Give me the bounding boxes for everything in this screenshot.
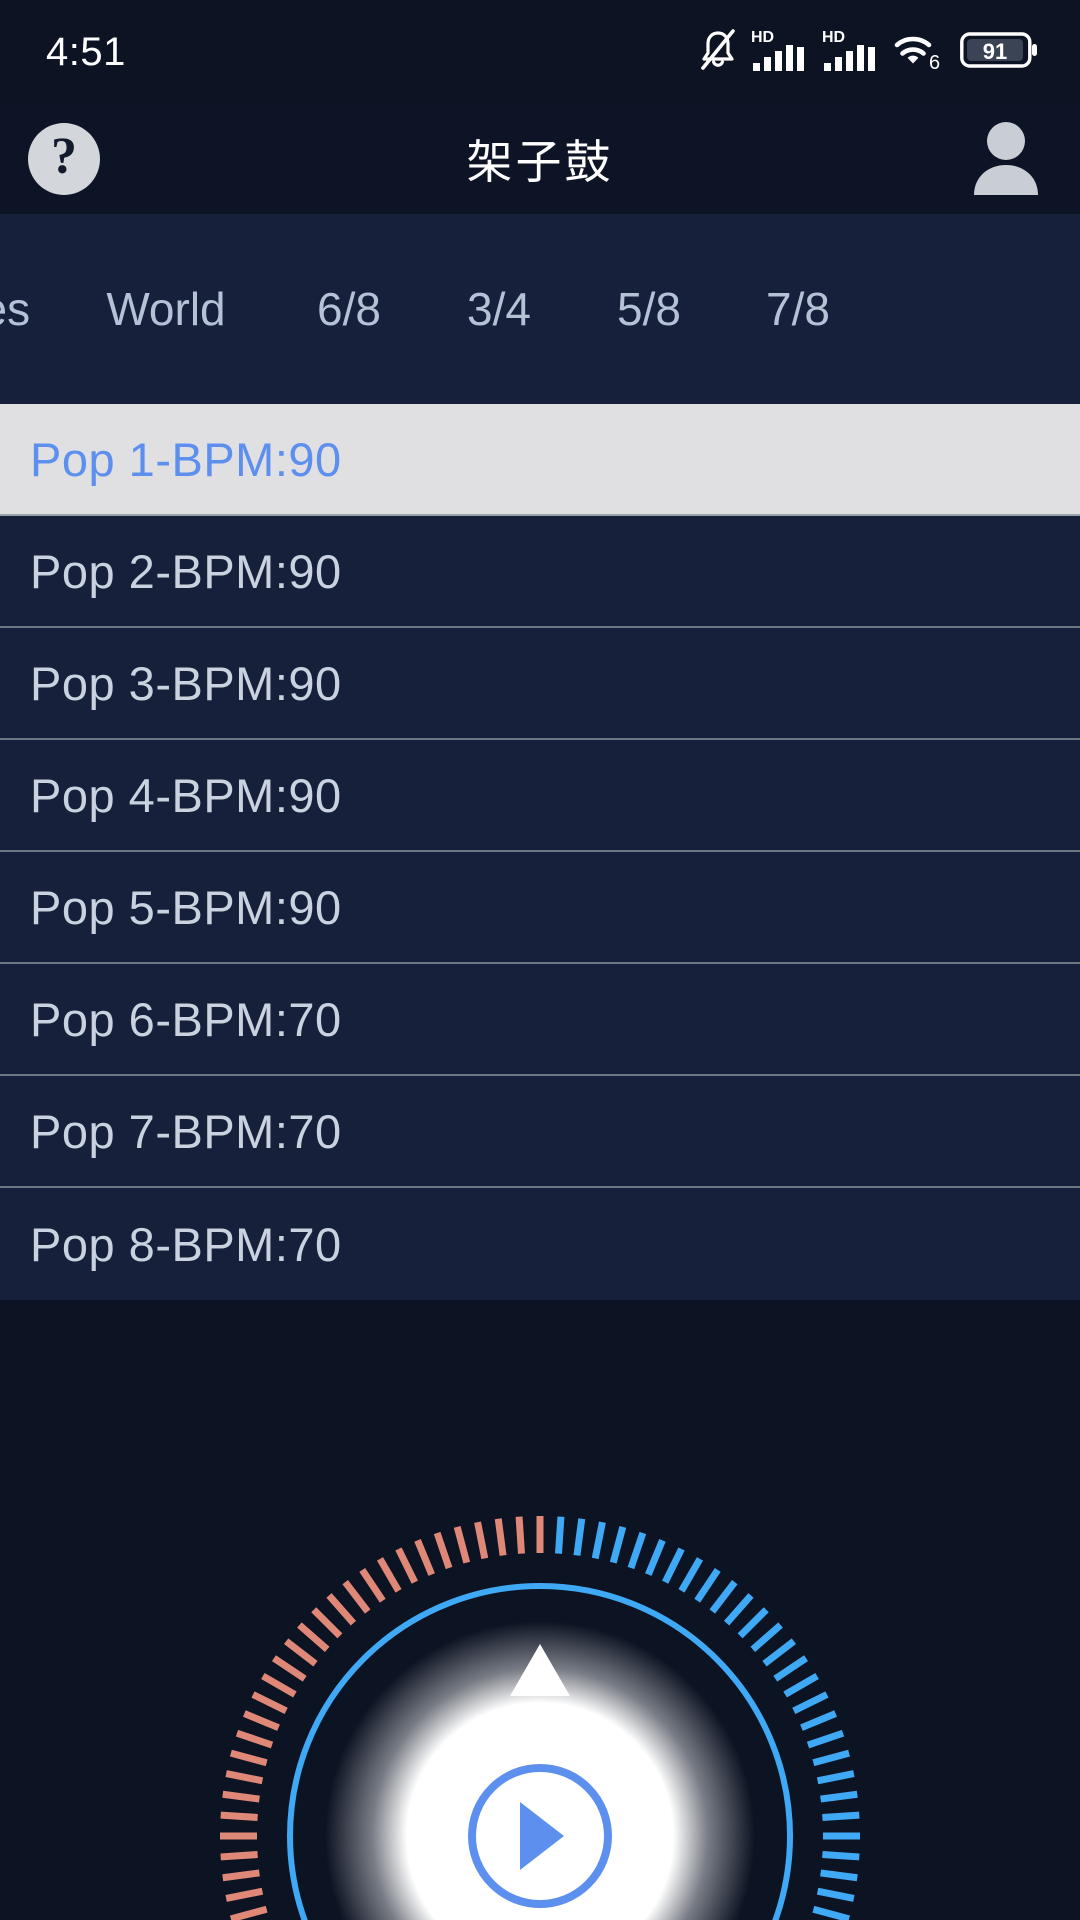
battery-level-text: 91 [983,39,1007,64]
wifi-6-icon: 6 [893,28,947,77]
battery-icon: 91 [960,30,1040,75]
list-item[interactable]: Pop 8-BPM:70 [0,1188,1080,1300]
pattern-label: Pop 8-BPM:70 [30,1217,342,1271]
pattern-label: Pop 6-BPM:70 [30,992,342,1046]
pattern-label: Pop 3-BPM:90 [30,656,342,710]
metronome-dial-area [0,1478,1080,1920]
list-item[interactable]: Pop 3-BPM:90 [0,628,1080,740]
tempo-dial-icon[interactable] [200,1496,880,1920]
list-item[interactable]: Pop 5-BPM:90 [0,852,1080,964]
hd-signal-icon: HD [822,27,880,78]
list-item[interactable]: Pop 1-BPM:90 [0,404,1080,516]
pattern-label: Pop 4-BPM:90 [30,768,342,822]
status-icons: HD HD 6 91 [698,27,1040,78]
tab-3-4[interactable]: 3/4 [424,214,574,404]
tab-6-8[interactable]: 6/8 [274,214,424,404]
tab-blues[interactable]: ues [0,214,58,404]
status-time: 4:51 [46,29,126,74]
svg-text:6: 6 [929,52,940,72]
svg-text:HD: HD [751,29,774,46]
bell-mute-icon [698,28,738,77]
pattern-list: Pop 1-BPM:90 Pop 2-BPM:90 Pop 3-BPM:90 P… [0,404,1080,1300]
app-root: 4:51 HD HD 6 91 ? 架子鼓 s World 6/8 3/4 5/… [0,0,1080,1920]
pattern-label: Pop 1-BPM:90 [30,432,342,486]
list-item[interactable]: Pop 6-BPM:70 [0,964,1080,1076]
list-item[interactable]: Pop 2-BPM:90 [0,516,1080,628]
pattern-label: Pop 7-BPM:70 [30,1104,342,1158]
tab-5-8[interactable]: 5/8 [574,214,724,404]
genre-tab-strip[interactable]: ues World 6/8 3/4 5/8 7/8 [0,214,1080,404]
pattern-label: Pop 5-BPM:90 [30,880,342,934]
pattern-label: Pop 2-BPM:90 [30,544,342,598]
list-item[interactable]: Pop 7-BPM:70 [0,1076,1080,1188]
app-bar: ? 架子鼓 [0,104,1080,214]
help-glyph: ? [51,128,77,185]
page-title: 架子鼓 [466,136,614,188]
list-item[interactable]: Pop 4-BPM:90 [0,740,1080,852]
person-icon[interactable] [970,122,1042,195]
hd-signal-icon: HD [751,27,809,78]
svg-text:HD: HD [822,29,845,46]
help-circle-icon[interactable]: ? [28,123,100,195]
tab-7-8[interactable]: 7/8 [724,214,872,404]
tab-world[interactable]: World [58,214,274,404]
status-bar: 4:51 HD HD 6 91 [0,0,1080,104]
